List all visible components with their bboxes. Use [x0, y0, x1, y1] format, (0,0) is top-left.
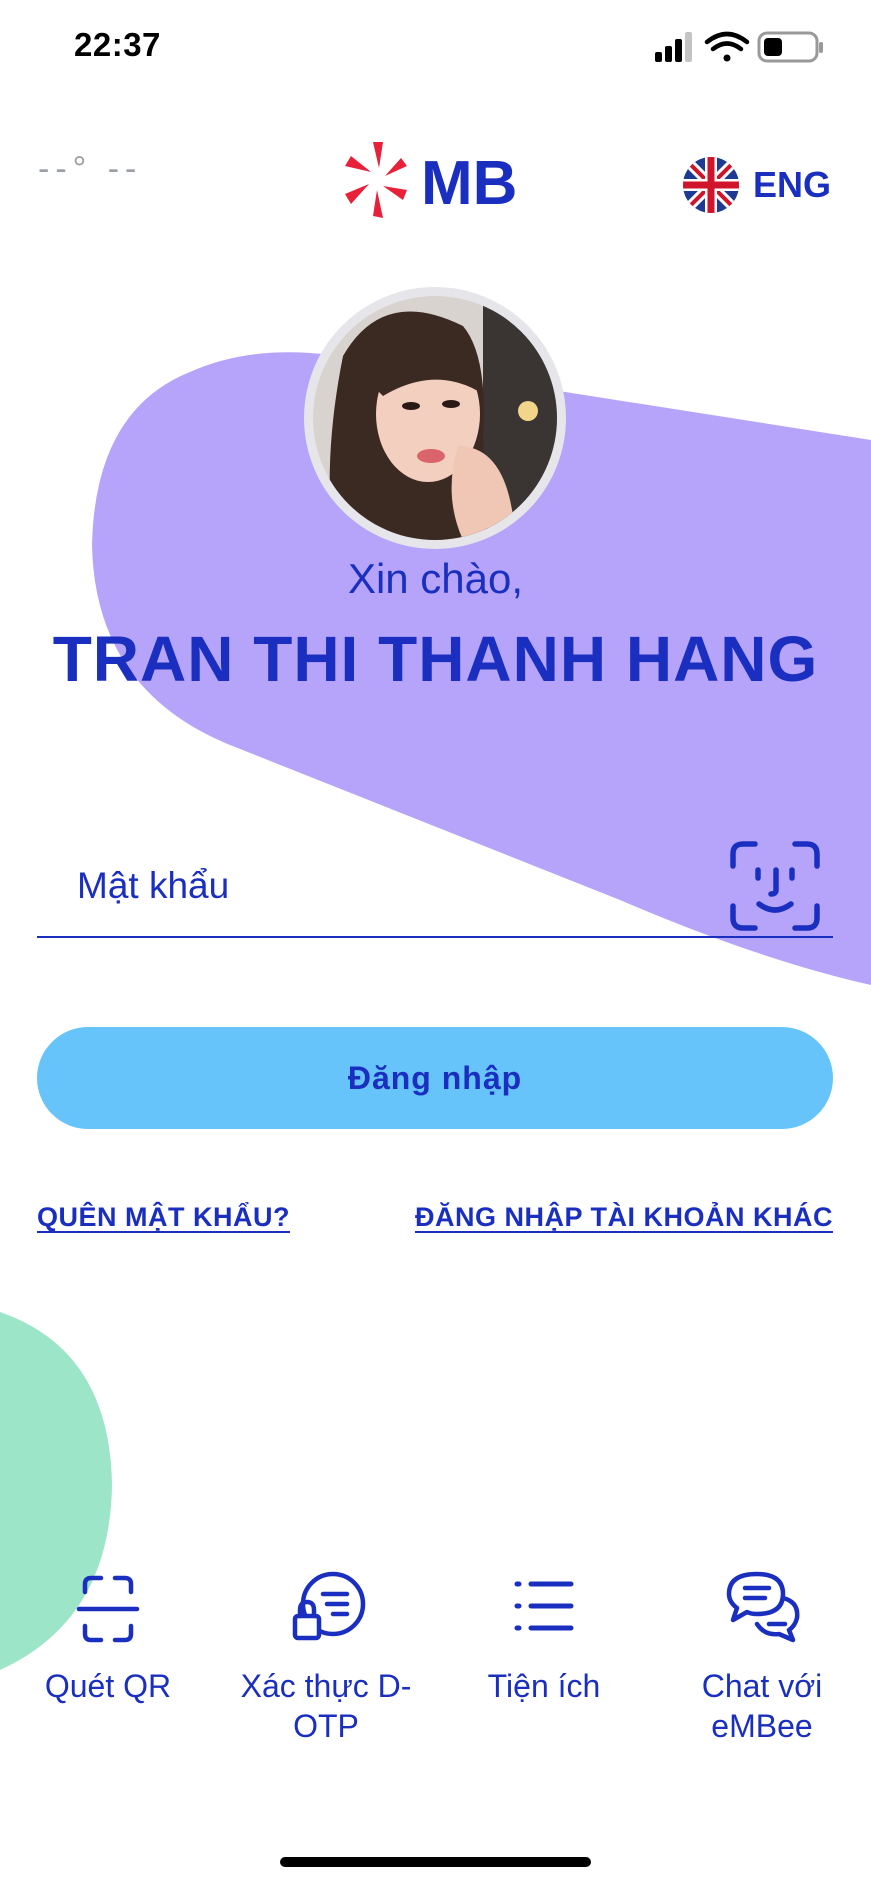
mb-logo: MB — [335, 138, 535, 222]
weather-readout: --° -- — [38, 150, 143, 188]
toolbar-d-otp[interactable]: Xác thực D-OTP — [226, 1570, 426, 1746]
face-id-icon[interactable] — [729, 840, 821, 932]
uk-flag-icon — [682, 157, 739, 213]
status-time: 22:37 — [74, 26, 161, 63]
forgot-password-link[interactable]: QUÊN MẬT KHẨU? — [37, 1202, 290, 1233]
toolbar-qr-scan[interactable]: Quét QR — [8, 1570, 208, 1706]
status-icons — [655, 31, 823, 63]
user-name: TRAN THI THANH HANG — [52, 623, 819, 695]
toolbar-label: Chat với eMBee — [701, 1668, 823, 1744]
toolbar-chat[interactable]: Chat với eMBee — [662, 1570, 862, 1746]
login-button[interactable]: Đăng nhập — [37, 1027, 833, 1129]
other-account-link[interactable]: ĐĂNG NHẬP TÀI KHOẢN KHÁC — [415, 1202, 833, 1233]
wifi-icon — [704, 31, 750, 62]
otp-lock-icon — [292, 1571, 366, 1641]
battery-icon — [757, 31, 823, 63]
password-input[interactable] — [75, 860, 719, 912]
list-icon — [514, 1581, 574, 1631]
toolbar-label: Quét QR — [44, 1668, 172, 1704]
toolbar-label: Xác thực D-OTP — [240, 1668, 412, 1744]
language-label: ENG — [752, 164, 831, 205]
greeting-text: Xin chào, — [347, 555, 524, 602]
signal-icon — [655, 32, 692, 62]
qr-scan-icon — [76, 1575, 140, 1643]
svg-text:MB: MB — [421, 149, 517, 218]
chat-icon — [726, 1571, 800, 1643]
password-field — [37, 840, 833, 938]
toolbar-label: Tiện ích — [487, 1668, 601, 1704]
avatar — [304, 287, 566, 549]
home-indicator — [280, 1857, 591, 1867]
toolbar-utilities[interactable]: Tiện ích — [444, 1570, 644, 1706]
mb-star-icon: MB — [345, 142, 517, 218]
language-switcher[interactable]: ENG — [682, 155, 831, 215]
